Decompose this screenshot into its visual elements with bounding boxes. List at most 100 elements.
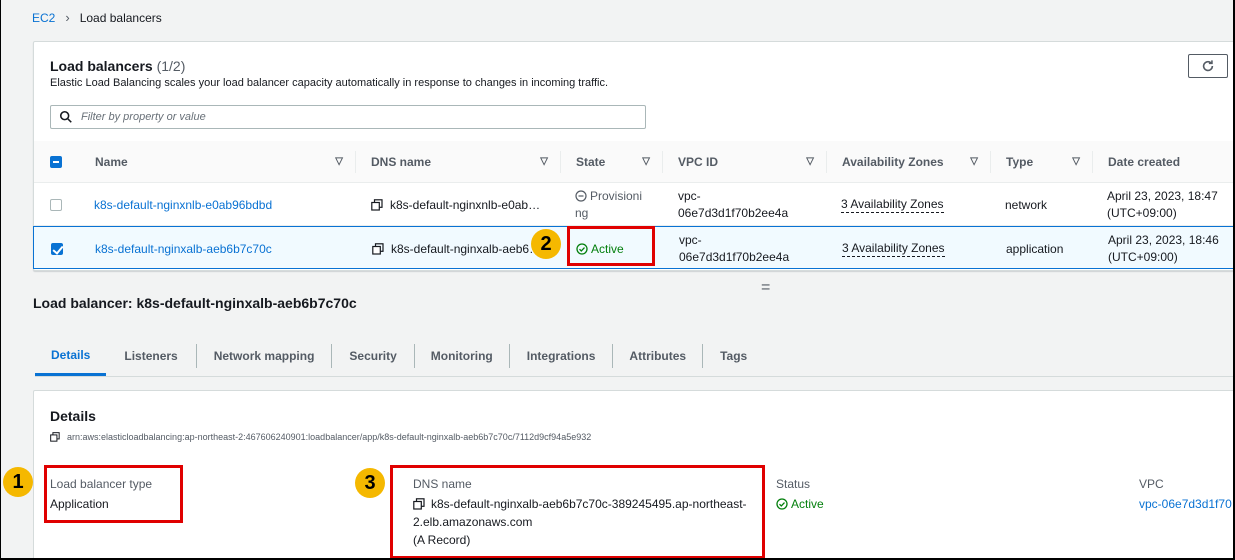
filter-input[interactable]: Filter by property or value [50, 105, 646, 129]
column-type[interactable]: Type ▽ [990, 141, 1092, 183]
timezone-text: (UTC+09:00) [1108, 249, 1178, 264]
column-date-created[interactable]: Date created ▽ [1092, 141, 1233, 183]
dns-text: k8s-default-nginxalb-aeb6… [391, 241, 542, 256]
vpc-label: VPC [1139, 477, 1164, 491]
row-checkbox[interactable] [50, 198, 62, 211]
breadcrumb-current: Load balancers [79, 10, 162, 25]
vpc-cell: vpc- 06e7d3d1f70b2ee4a [678, 183, 788, 226]
status-label: Status [776, 477, 811, 491]
status-text: Active [791, 497, 824, 511]
caret-down-icon: ▽ [540, 156, 548, 167]
column-dns-label: DNS name [371, 155, 432, 169]
chevron-right-icon: › [65, 10, 70, 25]
highlight-box-dns-name [390, 465, 765, 558]
az-popover-trigger[interactable]: 3 Availability Zones [841, 197, 944, 213]
caret-down-icon: ▽ [970, 156, 978, 167]
copy-icon[interactable] [372, 242, 384, 255]
copy-icon[interactable] [50, 432, 60, 442]
highlight-box-lb-type [44, 465, 183, 523]
column-state[interactable]: State ▽ [560, 141, 662, 183]
app-frame: EC2 › Load balancers Load balancers (1/2… [0, 0, 1235, 560]
pending-icon [575, 190, 587, 202]
lb-name-link[interactable]: k8s-default-nginxalb-aeb6b7c70c [95, 227, 272, 270]
detail-tabs: Details Listeners Network mapping Securi… [35, 336, 764, 376]
state-text: Provisioni [590, 188, 643, 203]
vpc-text: vpc- [678, 188, 701, 203]
select-all-cell [34, 141, 79, 183]
caret-down-icon: ▽ [335, 156, 343, 167]
column-vpc-label: VPC ID [678, 155, 719, 169]
tab-monitoring[interactable]: Monitoring [415, 336, 509, 376]
vpc-text-continued: 06e7d3d1f70b2ee4a [678, 205, 789, 220]
column-az-label: Availability Zones [842, 155, 944, 169]
lb-name-link[interactable]: k8s-default-nginxnlb-e0ab96bdbd [94, 183, 272, 226]
column-date-label: Date created [1108, 155, 1181, 169]
tab-security[interactable]: Security [332, 336, 413, 376]
table-row[interactable]: k8s-default-nginxnlb-e0ab96bdbd k8s-defa… [34, 183, 1233, 226]
tabs-underline [35, 376, 1233, 377]
state-text-continued: ng [575, 205, 589, 220]
column-dns-name[interactable]: DNS name ▽ [355, 141, 560, 183]
filter-placeholder: Filter by property or value [81, 111, 206, 123]
search-icon [59, 110, 72, 123]
vpc-cell: vpc- 06e7d3d1f70b2ee4a [679, 227, 789, 270]
breadcrumb-ec2-link[interactable]: EC2 [32, 11, 55, 25]
select-all-checkbox[interactable] [50, 156, 62, 168]
dns-cell: k8s-default-nginxnlb-e0ab… [371, 183, 540, 226]
tab-listeners[interactable]: Listeners [106, 336, 195, 376]
table-header: Name ▽ DNS name ▽ State ▽ VPC ID ▽ Avail… [34, 141, 1233, 183]
caret-down-icon: ▽ [1072, 156, 1080, 167]
tab-tags[interactable]: Tags [703, 336, 764, 376]
arn-row: arn:aws:elasticloadbalancing:ap-northeas… [50, 432, 591, 442]
list-title-text: Load balancers [50, 58, 153, 74]
column-availability-zones[interactable]: Availability Zones ▽ [826, 141, 990, 183]
tab-attributes[interactable]: Attributes [613, 336, 702, 376]
annotation-badge-3: 3 [355, 468, 385, 498]
caret-down-icon: ▽ [806, 156, 814, 167]
caret-down-icon: ▽ [642, 156, 650, 167]
detail-title: Load balancer: k8s-default-nginxalb-aeb6… [33, 295, 357, 311]
highlight-box-state [567, 226, 655, 266]
az-cell: 3 Availability Zones [842, 227, 945, 270]
refresh-button[interactable] [1188, 54, 1228, 78]
column-state-label: State [576, 155, 606, 169]
dns-cell: k8s-default-nginxalb-aeb6… [372, 227, 541, 270]
tab-integrations[interactable]: Integrations [510, 336, 613, 376]
copy-icon[interactable] [371, 198, 383, 211]
arn-text: arn:aws:elasticloadbalancing:ap-northeas… [67, 432, 592, 442]
list-count: (1/2) [156, 58, 186, 74]
state-cell: Provisioni ng [575, 183, 655, 226]
vpc-link[interactable]: vpc-06e7d3d1f70 [1139, 497, 1232, 511]
column-name[interactable]: Name ▽ [79, 141, 355, 183]
dns-text: k8s-default-nginxnlb-e0ab… [390, 197, 541, 212]
vpc-text-continued: 06e7d3d1f70b2ee4a [679, 249, 790, 264]
split-panel-resize-handle[interactable]: = [761, 279, 770, 297]
column-vpc-id[interactable]: VPC ID ▽ [662, 141, 826, 183]
annotation-badge-2: 2 [531, 229, 561, 259]
column-type-label: Type [1006, 155, 1034, 169]
annotation-badge-1: 1 [3, 467, 33, 497]
az-popover-trigger[interactable]: 3 Availability Zones [842, 241, 945, 257]
details-heading: Details [50, 408, 96, 424]
date-text: April 23, 2023, 18:47 [1107, 188, 1218, 203]
az-cell: 3 Availability Zones [841, 183, 944, 226]
list-description: Elastic Load Balancing scales your load … [50, 77, 609, 89]
check-circle-icon [776, 498, 788, 510]
row-checkbox-cell [51, 227, 63, 270]
date-text: April 23, 2023, 18:46 [1108, 232, 1219, 247]
timezone-text: (UTC+09:00) [1107, 205, 1177, 220]
refresh-icon [1202, 60, 1214, 72]
tab-details[interactable]: Details [35, 336, 107, 376]
row-checkbox-cell [50, 183, 62, 226]
column-name-label: Name [95, 155, 128, 169]
date-cell: April 23, 2023, 18:47 (UTC+09:00) [1107, 183, 1218, 226]
tab-network-mapping[interactable]: Network mapping [197, 336, 332, 376]
row-checkbox[interactable] [51, 242, 63, 255]
type-cell: network [1005, 197, 1048, 212]
vpc-text: vpc- [679, 232, 702, 247]
date-cell: April 23, 2023, 18:46 (UTC+09:00) [1108, 227, 1219, 270]
breadcrumb: EC2 › Load balancers [32, 10, 162, 25]
status-value: Active [776, 497, 824, 511]
type-cell: application [1006, 241, 1064, 256]
list-title: Load balancers (1/2) [50, 58, 185, 74]
